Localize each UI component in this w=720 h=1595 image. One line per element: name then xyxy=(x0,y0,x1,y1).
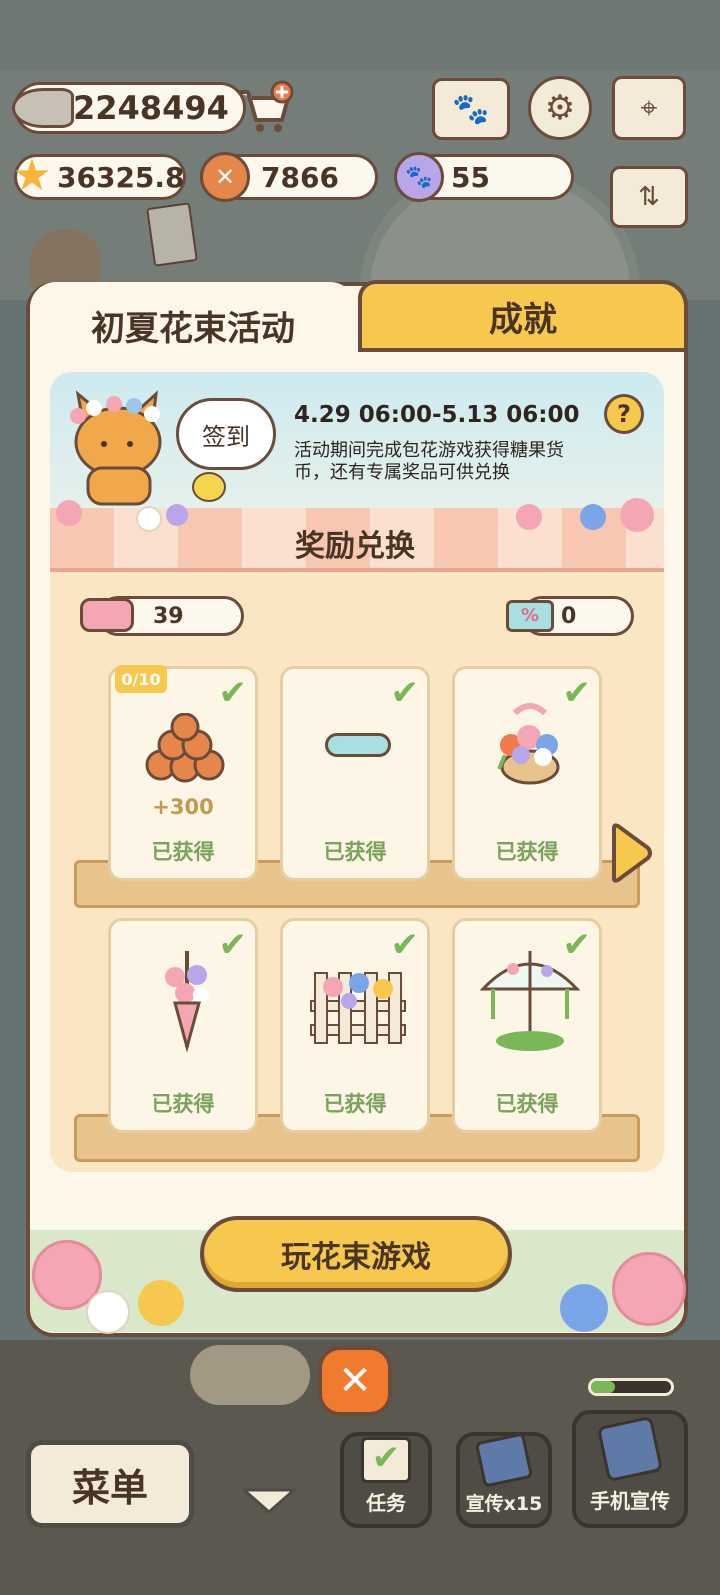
cat-mascot-icon xyxy=(64,388,174,508)
tab-achievements[interactable]: 成就 xyxy=(358,280,688,352)
book-icon: 🐾 xyxy=(432,78,510,140)
tasks-button[interactable]: ✔ 任务 xyxy=(340,1432,432,1528)
event-description: 活动期间完成包花游戏获得糖果货币，还有专属奖品可供兑换 xyxy=(294,440,564,483)
phone-promo-button[interactable]: 手机宣传 xyxy=(572,1410,688,1528)
reward-card[interactable]: ✔ 已获得 xyxy=(452,918,602,1133)
ticket-amount: 0 xyxy=(561,603,577,629)
flower-decoration-icon xyxy=(86,1290,130,1334)
chevron-right-icon xyxy=(612,823,652,883)
ribbon-icon xyxy=(325,733,391,757)
star-amount: 36325.8 xyxy=(57,160,185,194)
tab-flower-event-label: 初夏花束活动 xyxy=(91,308,295,349)
signin-bubble[interactable]: 签到 xyxy=(176,398,276,470)
play-bouquet-game-button[interactable]: 玩花束游戏 xyxy=(200,1216,512,1292)
fish-amount: 2248494 xyxy=(73,89,229,127)
tasks-label: 任务 xyxy=(366,1491,406,1515)
event-date: 4.29 06:00-5.13 06:00 xyxy=(294,402,580,428)
flower-decoration-icon xyxy=(560,1284,608,1332)
check-icon: ✔ xyxy=(218,925,248,965)
flower-decoration-icon xyxy=(612,1252,686,1326)
candy-token-icon xyxy=(80,598,134,632)
check-icon: ✔ xyxy=(390,673,420,713)
coin-amount: 7866 xyxy=(261,160,339,194)
flower-decoration-icon xyxy=(136,506,162,532)
close-button[interactable]: ✕ xyxy=(318,1346,392,1416)
phone-promo-label: 手机宣传 xyxy=(590,1489,670,1513)
reward-status: 已获得 xyxy=(495,1092,559,1116)
flower-decoration-icon xyxy=(138,1280,184,1326)
fish-icon xyxy=(12,88,74,128)
help-button[interactable]: ? xyxy=(604,394,644,434)
flower-umbrella-icon xyxy=(477,945,583,1053)
candy-icon xyxy=(192,472,226,502)
reward-status: 已获得 xyxy=(323,840,387,864)
close-icon: ✕ xyxy=(338,1358,372,1404)
flower-decoration-icon xyxy=(516,504,542,530)
chevron-down-icon xyxy=(242,1488,296,1514)
reward-card[interactable]: ✔ 已获得 xyxy=(108,918,258,1133)
menu-label: 菜单 xyxy=(71,1465,148,1510)
reward-card[interactable]: ✔ 已获得 xyxy=(280,666,430,881)
map-icon: ⌖ xyxy=(612,76,686,140)
sort-icon: ⇅ xyxy=(638,182,660,212)
sort-toggle-button[interactable]: ⇅ xyxy=(610,166,688,228)
checklist-icon: ✔ xyxy=(361,1437,411,1483)
map-button[interactable]: ⌖ xyxy=(612,76,686,140)
promo-progress-fill xyxy=(591,1381,615,1393)
reward-status: 已获得 xyxy=(151,1092,215,1116)
paw-coin-icon: 🐾 xyxy=(394,152,444,202)
collapse-button[interactable] xyxy=(240,1486,298,1516)
cart-icon xyxy=(238,80,294,132)
reward-card[interactable]: ✔ 已获得 xyxy=(280,918,430,1133)
flower-decoration-icon xyxy=(166,504,188,526)
candy-amount: 39 xyxy=(153,603,184,629)
flower-decoration-icon xyxy=(580,504,606,530)
promo-label: 宣传x15 xyxy=(465,1493,543,1515)
flyer-icon xyxy=(474,1432,534,1488)
play-button-label: 玩花束游戏 xyxy=(281,1240,431,1275)
reward-card[interactable]: 0/10 ✔ +300 已获得 xyxy=(108,665,258,881)
paw-amount: 55 xyxy=(451,160,490,194)
star-icon: ★ xyxy=(12,150,52,201)
flower-decoration-icon xyxy=(56,500,82,526)
section-title: 奖励兑换 xyxy=(295,529,415,564)
tab-flower-event[interactable]: 初夏花束活动 xyxy=(30,282,356,368)
phone-icon xyxy=(596,1415,664,1483)
settings-gear-icon[interactable]: ⚙ xyxy=(528,76,592,140)
flower-decoration-icon xyxy=(620,498,654,532)
flower-fence-icon xyxy=(305,953,411,1049)
menu-button[interactable]: 菜单 xyxy=(26,1440,194,1528)
reward-status: 已获得 xyxy=(323,1092,387,1116)
tab-achievements-label: 成就 xyxy=(489,299,557,340)
flower-basket-icon xyxy=(485,699,575,789)
reward-card[interactable]: ✔ 已获得 xyxy=(452,666,602,881)
signin-label: 签到 xyxy=(202,422,250,451)
ticket-icon: % xyxy=(506,600,554,632)
reward-status: 已获得 xyxy=(495,840,559,864)
check-icon: ✔ xyxy=(218,673,248,713)
help-icon: ? xyxy=(617,400,631,428)
album-button[interactable]: 🐾 xyxy=(432,78,510,140)
promo-button[interactable]: 宣传x15 xyxy=(456,1432,552,1528)
reward-bonus: +300 xyxy=(152,795,214,819)
coin-pile-icon xyxy=(141,712,229,785)
bouquet-icon xyxy=(157,947,217,1053)
reward-progress: 0/10 xyxy=(115,665,167,693)
next-page-button[interactable] xyxy=(606,822,654,884)
promo-progress-bar xyxy=(588,1378,674,1396)
reward-status: 已获得 xyxy=(151,840,215,864)
shop-cart-button[interactable] xyxy=(234,80,294,136)
coin-icon: ✕ xyxy=(200,152,250,202)
